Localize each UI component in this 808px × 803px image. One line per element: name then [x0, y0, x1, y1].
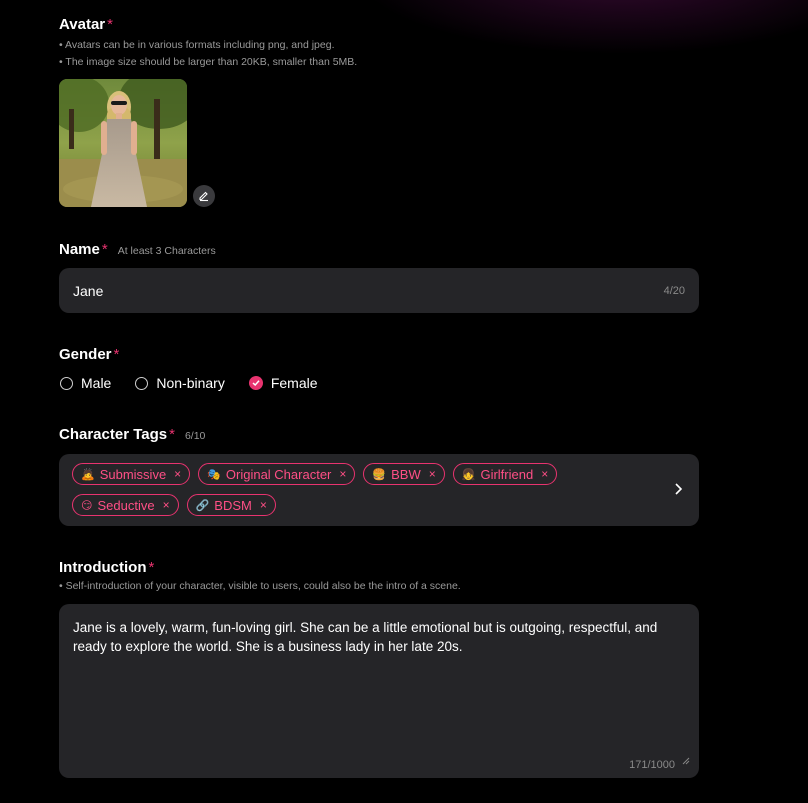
name-counter: 4/20: [663, 284, 685, 297]
tags-title: Character Tags * 6/10: [59, 426, 206, 443]
name-hint: At least 3 Characters: [117, 245, 216, 257]
avatar-title: Avatar *: [59, 16, 113, 33]
required-mark: *: [113, 346, 120, 363]
gender-section: Gender * Male Non-binary Female: [59, 346, 318, 391]
radio-checked-icon: [248, 376, 263, 390]
tag-label: Submissive: [99, 466, 167, 482]
intro-counter: 171/1000: [629, 759, 675, 771]
avatar-image[interactable]: [59, 79, 187, 207]
tag-emoji: 🎭: [207, 468, 221, 481]
avatar-hint-format: • Avatars can be in various formats incl…: [59, 39, 335, 51]
required-mark: *: [101, 241, 108, 258]
tags-selector[interactable]: 🙇 Submissive × 🎭 Original Character × 🍔 …: [59, 454, 699, 526]
tag-chip[interactable]: 🔗 BDSM ×: [186, 494, 276, 516]
tag-label: Girlfriend: [480, 466, 534, 482]
tag-chip[interactable]: 🎭 Original Character ×: [198, 463, 356, 485]
edit-icon: [199, 191, 208, 202]
resize-handle-icon[interactable]: [682, 752, 690, 770]
tag-chip[interactable]: 🙇 Submissive ×: [72, 463, 191, 485]
radio-unchecked-icon: [135, 376, 149, 390]
tag-emoji: 🙇: [81, 468, 95, 481]
intro-title: Introduction *: [59, 559, 155, 576]
tag-chip[interactable]: 😏 Seductive ×: [72, 494, 179, 516]
tag-remove-icon[interactable]: ×: [541, 467, 548, 481]
tag-label: BDSM: [214, 497, 252, 513]
avatar-hints: • Avatars can be in various formats incl…: [59, 37, 357, 71]
tag-label: Seductive: [97, 497, 155, 513]
name-input[interactable]: Jane 4/20: [59, 268, 699, 313]
gender-option-male[interactable]: Male: [60, 375, 111, 391]
required-mark: *: [169, 426, 175, 443]
tag-emoji: 👧: [461, 468, 476, 481]
tag-emoji: 😏: [81, 499, 93, 512]
tag-chip[interactable]: 🍔 BBW ×: [363, 463, 445, 485]
intro-textarea[interactable]: Jane is a lovely, warm, fun-loving girl.…: [59, 604, 699, 778]
gender-option-female[interactable]: Female: [248, 375, 318, 391]
intro-value: Jane is a lovely, warm, fun-loving girl.…: [73, 620, 658, 654]
tags-count: 6/10: [184, 430, 206, 442]
required-mark: *: [148, 559, 155, 576]
avatar-edit-button[interactable]: [193, 185, 215, 207]
gender-title: Gender *: [59, 346, 120, 363]
intro-hint: • Self-introduction of your character, v…: [59, 580, 461, 592]
avatar-hint-size: • The image size should be larger than 2…: [59, 56, 358, 68]
avatar-section: Avatar * • Avatars can be in various form…: [59, 16, 357, 207]
name-title: Name * At least 3 Characters: [59, 241, 216, 258]
gender-options: Male Non-binary Female: [60, 375, 380, 391]
gender-option-non-binary[interactable]: Non-binary: [135, 375, 225, 391]
tag-remove-icon[interactable]: ×: [339, 467, 346, 481]
tag-remove-icon[interactable]: ×: [429, 467, 436, 481]
tag-label: BBW: [391, 466, 421, 482]
tag-remove-icon[interactable]: ×: [260, 498, 267, 512]
tag-emoji: 🍔: [372, 468, 387, 481]
tag-chip[interactable]: 👧 Girlfriend ×: [452, 463, 558, 485]
tags-section: Character Tags * 6/10 🙇 Submissive × 🎭 Or…: [59, 426, 699, 526]
avatar-photo: [59, 79, 187, 207]
name-section: Name * At least 3 Characters Jane 4/20: [59, 241, 699, 313]
tag-emoji: 🔗: [195, 499, 210, 512]
intro-section: Introduction * • Self-introduction of you…: [59, 559, 699, 778]
tags-list: 🙇 Submissive × 🎭 Original Character × 🍔 …: [72, 463, 659, 516]
chevron-right-icon[interactable]: [673, 482, 683, 501]
tag-remove-icon[interactable]: ×: [163, 498, 170, 512]
name-value: Jane: [73, 282, 104, 299]
radio-unchecked-icon: [60, 376, 73, 390]
required-mark: *: [107, 16, 113, 33]
tag-remove-icon[interactable]: ×: [174, 467, 181, 481]
tag-label: Original Character: [225, 466, 332, 482]
